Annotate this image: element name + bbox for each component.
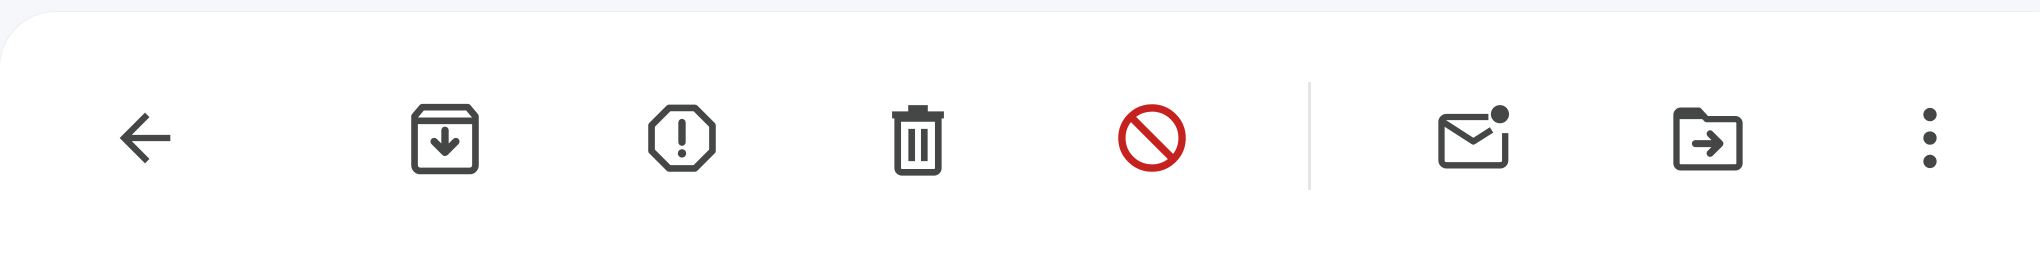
delete-icon: [892, 105, 944, 176]
mark-unread-button[interactable]: [1431, 96, 1515, 180]
block-sender-button[interactable]: [1110, 96, 1194, 180]
move-to-button[interactable]: [1666, 96, 1750, 180]
more-options-button[interactable]: [1888, 96, 1972, 180]
block-icon: [1118, 104, 1186, 172]
more-options-icon: [1923, 107, 1937, 169]
archive-button[interactable]: [403, 96, 487, 180]
report-spam-icon: [648, 104, 716, 172]
report-spam-button[interactable]: [640, 96, 724, 180]
move-to-icon: [1673, 107, 1743, 171]
arrow-back-icon: [119, 112, 171, 164]
toolbar-divider: [1308, 82, 1311, 190]
delete-button[interactable]: [876, 96, 960, 180]
archive-icon: [411, 103, 479, 175]
back-button[interactable]: [103, 96, 187, 180]
message-toolbar: [0, 0, 2040, 272]
mark-unread-icon: [1438, 105, 1510, 169]
